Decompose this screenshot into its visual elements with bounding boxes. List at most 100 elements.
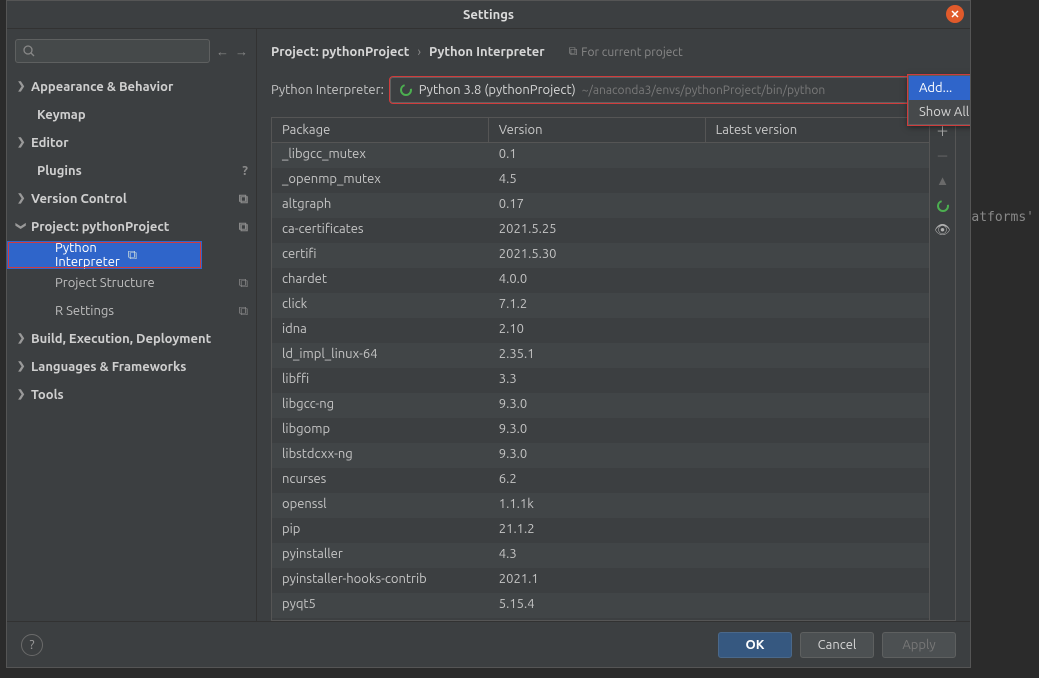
gear-dropdown-menu: Add... Show All... bbox=[908, 75, 970, 125]
chevron-right-icon: ❯ bbox=[17, 332, 25, 344]
col-package[interactable]: Package bbox=[272, 118, 489, 142]
cell-package: libffi bbox=[272, 368, 489, 393]
table-row[interactable]: libgomp9.3.0 bbox=[272, 418, 929, 443]
cell-version: 2.10 bbox=[489, 318, 706, 343]
table-row[interactable]: idna2.10 bbox=[272, 318, 929, 343]
up-arrow-icon: ▲ bbox=[936, 173, 949, 188]
menu-item-show-all[interactable]: Show All... bbox=[909, 100, 970, 124]
nav-project-structure[interactable]: Project Structure⧉ bbox=[7, 269, 256, 297]
cell-version: 2021.5.25 bbox=[489, 218, 706, 243]
nav-label: Build, Execution, Deployment bbox=[31, 332, 211, 346]
nav-build[interactable]: ❯ Build, Execution, Deployment bbox=[7, 325, 256, 353]
table-row[interactable]: click7.1.2 bbox=[272, 293, 929, 318]
interpreter-name: Python 3.8 (pythonProject) bbox=[419, 83, 576, 97]
cell-latest bbox=[706, 368, 929, 393]
packages-header: Package Version Latest version bbox=[271, 117, 930, 142]
nav-project[interactable]: ❯Project: pythonProject⧉ bbox=[7, 213, 256, 241]
nav-python-interpreter[interactable]: Python Interpreter⧉ bbox=[7, 241, 202, 269]
cell-version: 4.3 bbox=[489, 543, 706, 568]
table-row[interactable]: chardet4.0.0 bbox=[272, 268, 929, 293]
nav-tools[interactable]: ❯Tools bbox=[7, 381, 256, 409]
cell-version: 4.0.0 bbox=[489, 268, 706, 293]
close-button[interactable] bbox=[946, 5, 964, 23]
apply-button[interactable]: Apply bbox=[882, 632, 956, 658]
ok-button[interactable]: OK bbox=[718, 632, 792, 658]
packages-body[interactable]: _libgcc_mutex0.1_openmp_mutex4.5altgraph… bbox=[271, 142, 930, 621]
col-latest[interactable]: Latest version bbox=[706, 118, 929, 142]
remove-package-button[interactable]: － bbox=[931, 143, 955, 168]
help-button[interactable]: ? bbox=[21, 634, 43, 656]
nav-label: Appearance & Behavior bbox=[31, 80, 173, 94]
ring-icon bbox=[936, 199, 950, 213]
cell-package: ncurses bbox=[272, 468, 489, 493]
search-input[interactable] bbox=[15, 39, 210, 63]
table-row[interactable]: ca-certificates2021.5.25 bbox=[272, 218, 929, 243]
cell-latest bbox=[706, 568, 929, 593]
help-badge-icon: ? bbox=[242, 164, 248, 178]
table-row[interactable]: pyinstaller-hooks-contrib2021.1 bbox=[272, 568, 929, 593]
upgrade-package-button[interactable]: ▲ bbox=[931, 168, 955, 193]
nav-languages[interactable]: ❯Languages & Frameworks bbox=[7, 353, 256, 381]
nav-vcs[interactable]: ❯Version Control⧉ bbox=[7, 185, 256, 213]
cell-package: chardet bbox=[272, 268, 489, 293]
table-row[interactable]: _libgcc_mutex0.1 bbox=[272, 143, 929, 168]
interpreter-label: Python Interpreter: bbox=[271, 83, 384, 97]
col-version[interactable]: Version bbox=[489, 118, 706, 142]
nav-appearance[interactable]: ❯Appearance & Behavior bbox=[7, 73, 256, 101]
table-row[interactable]: ld_impl_linux-642.35.1 bbox=[272, 343, 929, 368]
back-icon[interactable]: ← bbox=[216, 44, 229, 59]
minus-icon: － bbox=[936, 146, 949, 165]
titlebar: Settings bbox=[7, 1, 970, 29]
cell-package: click bbox=[272, 293, 489, 318]
table-row[interactable]: libgcc-ng9.3.0 bbox=[272, 393, 929, 418]
current-project-hint: ⧉ For current project bbox=[569, 45, 683, 59]
nav-r-settings[interactable]: R Settings⧉ bbox=[7, 297, 256, 325]
chevron-right-icon: ❯ bbox=[17, 388, 25, 400]
table-row[interactable]: libffi3.3 bbox=[272, 368, 929, 393]
table-row[interactable]: libstdcxx-ng9.3.0 bbox=[272, 443, 929, 468]
cell-version: 21.1.2 bbox=[489, 518, 706, 543]
eye-icon: 👁 bbox=[934, 223, 951, 238]
interpreter-path: ~/anaconda3/envs/pythonProject/bin/pytho… bbox=[582, 84, 826, 97]
breadcrumb-page: Python Interpreter bbox=[429, 45, 545, 59]
nav-editor[interactable]: ❯Editor bbox=[7, 129, 256, 157]
cell-version: 0.17 bbox=[489, 193, 706, 218]
menu-item-add[interactable]: Add... bbox=[909, 76, 970, 100]
table-row[interactable]: ncurses6.2 bbox=[272, 468, 929, 493]
table-row[interactable]: openssl1.1.1k bbox=[272, 493, 929, 518]
table-row[interactable]: _openmp_mutex4.5 bbox=[272, 168, 929, 193]
cell-latest bbox=[706, 443, 929, 468]
chevron-down-icon: ❯ bbox=[15, 222, 27, 230]
conda-button[interactable] bbox=[931, 193, 955, 218]
forward-icon[interactable]: → bbox=[235, 44, 248, 59]
close-icon bbox=[950, 9, 960, 19]
table-row[interactable]: certifi2021.5.30 bbox=[272, 243, 929, 268]
show-early-button[interactable]: 👁 bbox=[931, 218, 955, 243]
content-pane: Project: pythonProject › Python Interpre… bbox=[257, 29, 970, 621]
table-row[interactable]: pip21.1.2 bbox=[272, 518, 929, 543]
cell-latest bbox=[706, 143, 929, 168]
nav-keymap[interactable]: Keymap bbox=[7, 101, 256, 129]
nav-label: Version Control bbox=[31, 192, 127, 206]
cell-latest bbox=[706, 593, 929, 618]
nav-plugins[interactable]: Plugins? bbox=[7, 157, 256, 185]
nav-label: Python Interpreter bbox=[55, 241, 128, 269]
dialog-body: ← → ❯Appearance & Behavior Keymap ❯Edito… bbox=[7, 29, 970, 621]
table-row[interactable]: pyinstaller4.3 bbox=[272, 543, 929, 568]
dialog-footer: ? OK Cancel Apply bbox=[7, 621, 970, 667]
table-row[interactable]: pyqt55.15.4 bbox=[272, 593, 929, 618]
cell-version: 2021.1 bbox=[489, 568, 706, 593]
cell-package: _libgcc_mutex bbox=[272, 143, 489, 168]
cancel-button[interactable]: Cancel bbox=[800, 632, 874, 658]
cell-package: libstdcxx-ng bbox=[272, 443, 489, 468]
search-row: ← → bbox=[15, 39, 248, 63]
cell-latest bbox=[706, 518, 929, 543]
python-ring-icon bbox=[399, 83, 413, 97]
table-row[interactable]: altgraph0.17 bbox=[272, 193, 929, 218]
breadcrumb-project[interactable]: Project: pythonProject bbox=[271, 45, 409, 59]
cell-version: 9.3.0 bbox=[489, 393, 706, 418]
packages-toolbar: ＋ － ▲ 👁 bbox=[930, 117, 956, 621]
nav-label: Plugins bbox=[37, 164, 82, 178]
nav-label: Project: pythonProject bbox=[31, 220, 169, 234]
interpreter-dropdown[interactable]: Python 3.8 (pythonProject) ~/anaconda3/e… bbox=[390, 77, 924, 103]
